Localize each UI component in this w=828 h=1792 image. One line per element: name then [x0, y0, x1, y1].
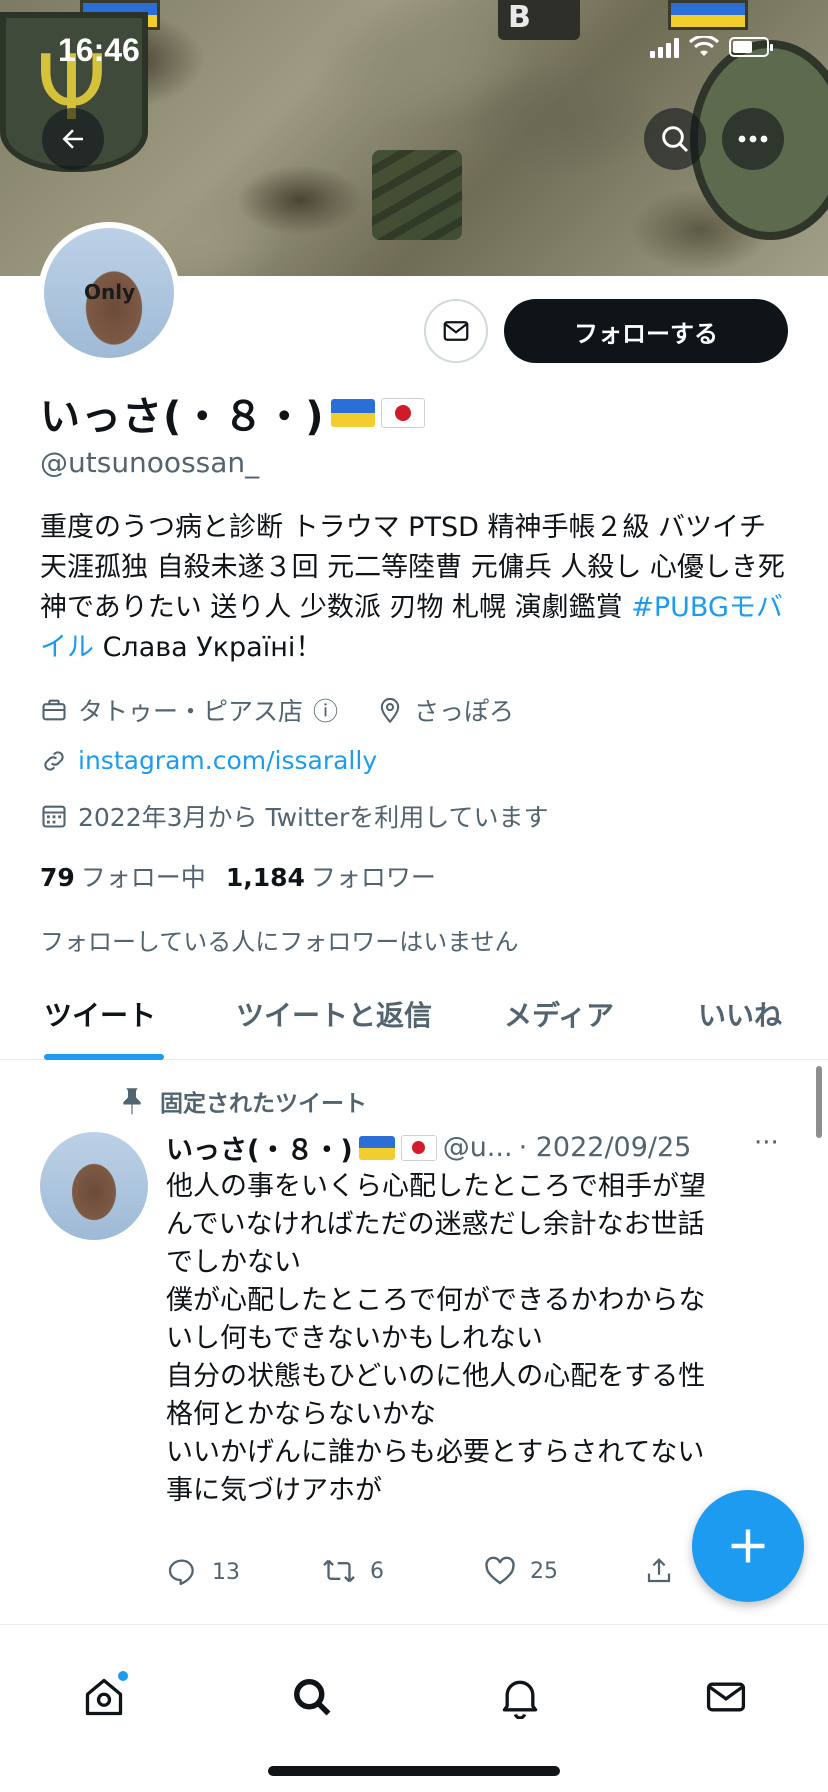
tweet-line: 自分の状態もひどいのに他人の心配をする性 [166, 1361, 706, 1392]
profile-tabs: ツイート ツイートと返信 メディア いいね [0, 980, 828, 1060]
retweet-icon [323, 1559, 355, 1583]
bell-icon [502, 1680, 538, 1719]
tab-tweets[interactable]: ツイート [44, 994, 156, 1034]
avatar-palm-text: Only [84, 280, 136, 304]
tweet-line: いし何もできないかもしれない [166, 1323, 543, 1354]
tab-media[interactable]: メディア [504, 994, 614, 1034]
japan-flag-icon [400, 1134, 437, 1161]
share-icon [647, 1558, 671, 1583]
messages-icon [706, 1682, 746, 1712]
mail-icon [443, 321, 469, 341]
nav-home[interactable] [78, 1671, 130, 1723]
more-button[interactable] [722, 108, 784, 170]
home-icon [85, 1678, 123, 1716]
scrollbar[interactable] [816, 1066, 822, 1138]
like-button[interactable]: 25 [484, 1556, 558, 1586]
pinned-indicator: 固定されたツイート [118, 1084, 367, 1118]
follow-button[interactable]: フォローする [504, 299, 788, 363]
follow-stats: 79 フォロー中 1,184 フォロワー [40, 858, 436, 894]
pin-icon [123, 1088, 141, 1115]
tab-tweets-replies[interactable]: ツイートと返信 [236, 994, 432, 1034]
profile-category: タトゥー・ピアス店 ⓘ [40, 692, 338, 728]
nav-messages[interactable] [700, 1671, 752, 1723]
link-icon [44, 750, 64, 771]
ukraine-flag-icon [330, 399, 375, 427]
following-count: 79 [40, 863, 75, 892]
active-tab-indicator [44, 1054, 164, 1060]
profile-bio: 重度のうつ病と診断 トラウマ PTSD 精神手帳２級 バツイチ 天涯孤独 自殺未… [40, 508, 796, 668]
more-icon [738, 135, 768, 143]
following-label: フォロー中 [80, 863, 206, 892]
bio-tail: Слава Україні！ [94, 632, 323, 663]
retweet-button[interactable]: 6 [322, 1556, 384, 1586]
tweet-author-avatar[interactable] [40, 1132, 148, 1240]
mutual-followers-note: フォローしている人にフォロワーはいません [40, 928, 519, 956]
home-notification-dot [118, 1671, 128, 1681]
display-name: いっさ(・８・) [40, 394, 325, 440]
briefcase-icon [42, 699, 66, 721]
like-count: 25 [530, 1558, 558, 1584]
ukraine-flag-icon [358, 1135, 395, 1160]
location-text: さっぽろ [414, 697, 515, 726]
display-name-row: いっさ(・８・) [40, 384, 425, 442]
message-button[interactable] [424, 299, 488, 363]
share-button[interactable] [644, 1556, 674, 1586]
wifi-icon [689, 36, 719, 56]
japan-flag-icon [380, 398, 425, 428]
category-text: タトゥー・ピアス店 [78, 697, 304, 726]
location-icon [380, 697, 400, 724]
website-link[interactable]: instagram.com/issarally [78, 746, 377, 775]
profile-website[interactable]: instagram.com/issarally [40, 746, 377, 775]
tweet-line: んでいなければただの迷惑だし余計なお世話 [166, 1209, 705, 1240]
profile-location: さっぽろ [376, 692, 514, 728]
followers-count: 1,184 [225, 863, 305, 892]
profile-avatar[interactable]: Only [38, 222, 180, 364]
nav-notifications[interactable] [494, 1671, 546, 1723]
tweet-date[interactable]: · 2022/09/25 [519, 1132, 692, 1163]
tweet-text[interactable]: 他人の事をいくら心配したところで相手が望 んでいなければただの迷惑だし余計なお世… [166, 1168, 806, 1510]
retweet-count: 6 [370, 1558, 384, 1584]
like-icon [485, 1556, 515, 1585]
signal-icon [650, 36, 679, 58]
ukraine-flag-patch-right [668, 0, 748, 30]
back-icon [62, 129, 83, 149]
pinned-label: 固定されたツイート [160, 1091, 367, 1117]
tweet-line: 他人の事をいくら心配したところで相手が望 [166, 1171, 706, 1202]
reply-count: 13 [212, 1559, 240, 1585]
tweet-line: 格何とかならないかな [166, 1399, 436, 1430]
joined-text: 2022年3月から Twitterを利用しています [78, 803, 549, 832]
tweet-line: いいかげんに誰からも必要とすらされてない [166, 1437, 705, 1468]
blood-type-patch: B [498, 0, 580, 40]
status-icons [650, 36, 773, 58]
tweet-more-icon[interactable]: ··· [754, 1128, 779, 1158]
tweet-author-handle: @u... [442, 1132, 513, 1163]
search-button[interactable] [644, 108, 706, 170]
following-link[interactable]: 79 フォロー中 [40, 858, 206, 894]
battery-icon [729, 37, 773, 57]
profile-joined: 2022年3月から Twitterを利用しています [40, 798, 549, 834]
back-button[interactable] [42, 108, 104, 170]
plus-icon [731, 1529, 765, 1563]
reply-button[interactable]: 13 [166, 1556, 240, 1588]
followers-link[interactable]: 1,184 フォロワー [226, 858, 436, 894]
compose-tweet-button[interactable] [692, 1490, 804, 1602]
followers-label: フォロワー [310, 863, 436, 892]
tab-likes[interactable]: いいね [698, 994, 782, 1034]
category-info-icon[interactable]: ⓘ [313, 692, 338, 728]
reply-icon [168, 1559, 194, 1586]
status-time: 16:46 [58, 32, 140, 68]
nav-search[interactable] [286, 1671, 338, 1723]
user-handle: @utsunoossan_ [40, 446, 260, 479]
calendar-icon [42, 805, 66, 828]
home-indicator[interactable] [268, 1766, 560, 1776]
tweet-line: でしかない [166, 1247, 301, 1278]
tweet-header: いっさ(・８・) @u... · 2022/09/25 [166, 1128, 691, 1167]
tweet-author-name[interactable]: いっさ(・８・) [166, 1128, 353, 1167]
tweet-actions: 13 6 25 [166, 1556, 686, 1596]
search-nav-icon [294, 1679, 331, 1716]
rank-patch [372, 150, 462, 240]
search-icon [662, 126, 689, 153]
tweet-line: 僕が心配したところで何ができるかわからな [166, 1285, 706, 1316]
